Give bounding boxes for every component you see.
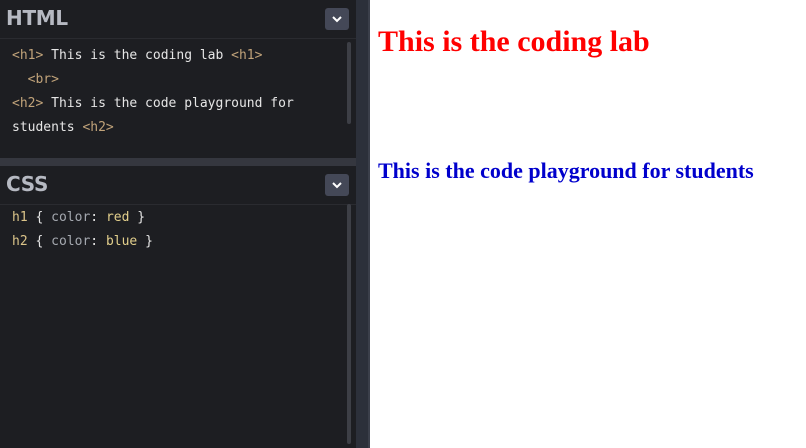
css-brace: }: [137, 234, 153, 249]
css-editor-panel: CSS h1 { color: red } h2 { color: blue }: [0, 166, 356, 448]
css-brace: {: [27, 210, 52, 225]
code-text: This is the coding lab: [43, 48, 232, 63]
code-line: <h1> This is the coding lab <h1>: [12, 44, 294, 68]
code-text: students: [12, 120, 83, 135]
code-line: <h2> This is the code playground for: [12, 92, 294, 116]
chevron-down-icon: [332, 182, 342, 189]
code-tag: <h1>: [12, 48, 44, 63]
code-line: <br>: [12, 68, 294, 92]
code-line: students <h2>: [12, 116, 294, 140]
css-brace: }: [129, 210, 146, 225]
code-tag: <br>: [27, 72, 59, 87]
css-panel-title: CSS: [6, 172, 49, 196]
html-editor-panel: HTML <h1> This is the coding lab <h1> <b…: [0, 0, 356, 158]
html-panel-header: HTML: [0, 0, 356, 39]
css-panel-toggle-button[interactable]: [325, 174, 349, 196]
css-property: color: [51, 210, 91, 225]
css-selector: h1: [12, 210, 28, 225]
code-line: h2 { color: blue }: [12, 230, 153, 254]
html-panel-toggle-button[interactable]: [325, 8, 349, 30]
css-selector: h2: [12, 234, 28, 249]
preview-heading-2: This is the code playground for students: [378, 158, 754, 183]
css-editor-scrollbar[interactable]: [347, 204, 351, 444]
html-panel-title: HTML: [6, 6, 68, 30]
code-tag: <h2>: [12, 96, 44, 111]
css-colon: :: [90, 210, 106, 225]
html-code-editor[interactable]: <h1> This is the coding lab <h1> <br> <h2…: [12, 44, 294, 140]
css-brace: {: [27, 234, 52, 249]
code-playground: HTML <h1> This is the coding lab <h1> <b…: [0, 0, 806, 448]
html-editor-scrollbar[interactable]: [347, 42, 351, 124]
preview-heading-1: This is the coding lab: [378, 25, 650, 58]
css-colon: :: [90, 234, 106, 249]
code-text: This is the code playground for: [43, 96, 294, 111]
editor-column: HTML <h1> This is the coding lab <h1> <b…: [0, 0, 356, 448]
css-property: color: [51, 234, 91, 249]
css-code-editor[interactable]: h1 { color: red } h2 { color: blue }: [12, 206, 153, 254]
code-line: h1 { color: red }: [12, 206, 153, 230]
panel-resize-handle[interactable]: [0, 158, 356, 166]
css-value: blue: [105, 234, 138, 249]
code-tag: <h1>: [231, 48, 263, 63]
code-tag: <h2>: [82, 120, 114, 135]
chevron-down-icon: [332, 16, 342, 23]
css-panel-header: CSS: [0, 166, 356, 205]
preview-pane: This is the coding lab This is the code …: [370, 0, 806, 448]
css-value: red: [105, 210, 130, 225]
